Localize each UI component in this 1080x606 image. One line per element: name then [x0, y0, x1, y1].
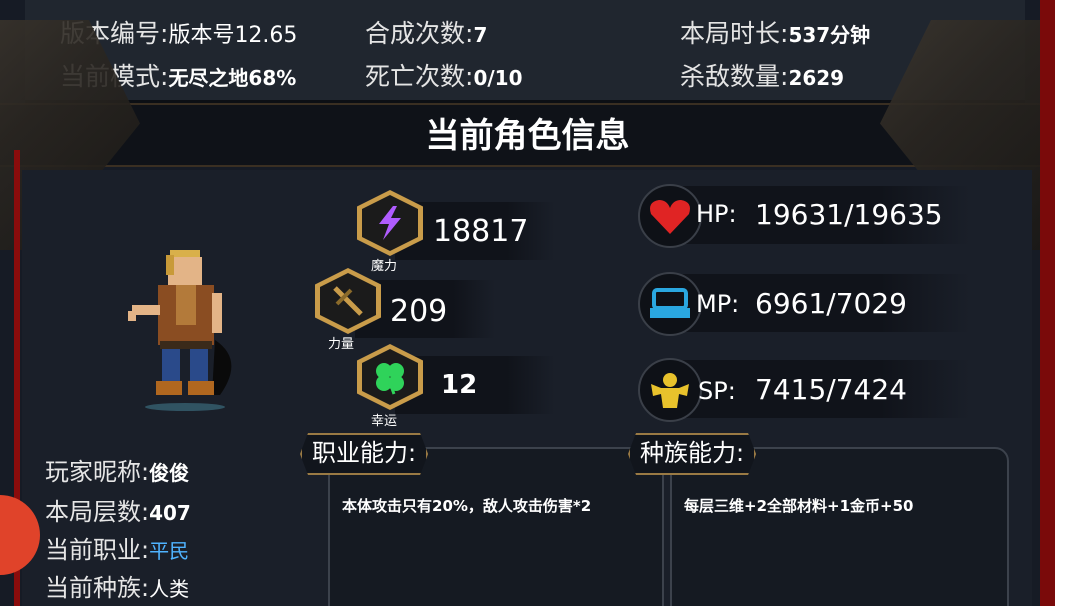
clover-icon — [376, 363, 404, 395]
sp-badge — [638, 358, 702, 422]
duration-label: 本局时长: — [680, 19, 789, 48]
luck-value: 12 — [441, 370, 478, 400]
nickname-label: 玩家昵称: — [45, 458, 150, 486]
page-title: 当前角色信息 — [425, 116, 630, 156]
job-ability-tag: 职业能力: — [300, 433, 428, 475]
character-sprite — [128, 250, 232, 411]
floor-label: 本局层数: — [45, 498, 150, 526]
kills-value: 2629 — [788, 66, 845, 90]
mp-value: 6961/7029 — [755, 287, 907, 320]
duration-stat: 本局时长:537分钟 — [680, 14, 870, 50]
right-red-edge — [1040, 0, 1055, 606]
sp-label: SP: — [698, 377, 736, 405]
strength-label: 力量 — [328, 337, 355, 352]
luck-label: 幸运 — [371, 414, 398, 429]
craft-stat: 合成次数:7 — [365, 14, 487, 50]
sword-icon — [333, 286, 363, 316]
race-label: 当前种族: — [45, 574, 150, 602]
craft-value: 7 — [473, 23, 488, 47]
game-panel: 版本编号:版本号12.65 当前模式:无尽之地68% 合成次数:7 死亡次数:0… — [0, 0, 1055, 606]
version-value: 版本号12.65 — [168, 23, 298, 48]
race-value: 人类 — [149, 577, 190, 601]
death-label: 死亡次数: — [365, 62, 474, 91]
race-ability-text: 每层三维+2全部材料+1金币+50 — [684, 497, 914, 515]
race-ability-tag: 种族能力: — [628, 433, 756, 475]
lightning-icon — [379, 206, 401, 240]
strength-value: 209 — [390, 294, 448, 329]
kills-label: 杀敌数量: — [680, 62, 789, 91]
class-label: 当前职业: — [45, 536, 150, 564]
class-value: 平民 — [149, 539, 190, 563]
mana-icon — [650, 288, 690, 318]
nickname-value: 俊俊 — [149, 461, 190, 485]
floor-value: 407 — [149, 501, 191, 525]
mode-value: 无尽之地68% — [168, 66, 297, 90]
kills-stat: 杀敌数量:2629 — [680, 57, 844, 93]
heart-icon — [650, 200, 690, 234]
floor-row: 本局层数:407 — [45, 492, 191, 527]
mana-power-value: 18817 — [433, 214, 529, 249]
job-ability-text: 本体攻击只有20%，敌人攻击伤害*2 — [342, 497, 592, 515]
mp-label: MP: — [696, 290, 740, 318]
duration-value: 537分钟 — [788, 23, 871, 47]
hp-badge — [638, 184, 702, 248]
mana-power-label: 魔力 — [371, 259, 398, 274]
nickname-row: 玩家昵称:俊俊 — [45, 452, 189, 487]
class-row: 当前职业:平民 — [45, 530, 189, 565]
sp-value: 7415/7424 — [755, 373, 907, 406]
death-stat: 死亡次数:0/10 — [365, 57, 523, 93]
hp-value: 19631/19635 — [755, 198, 943, 231]
strength-icon — [651, 373, 689, 408]
hp-label: HP: — [696, 200, 737, 228]
craft-label: 合成次数: — [365, 19, 474, 48]
death-value: 0/10 — [473, 66, 523, 90]
race-row: 当前种族:人类 — [45, 568, 189, 603]
mp-badge — [638, 272, 702, 336]
